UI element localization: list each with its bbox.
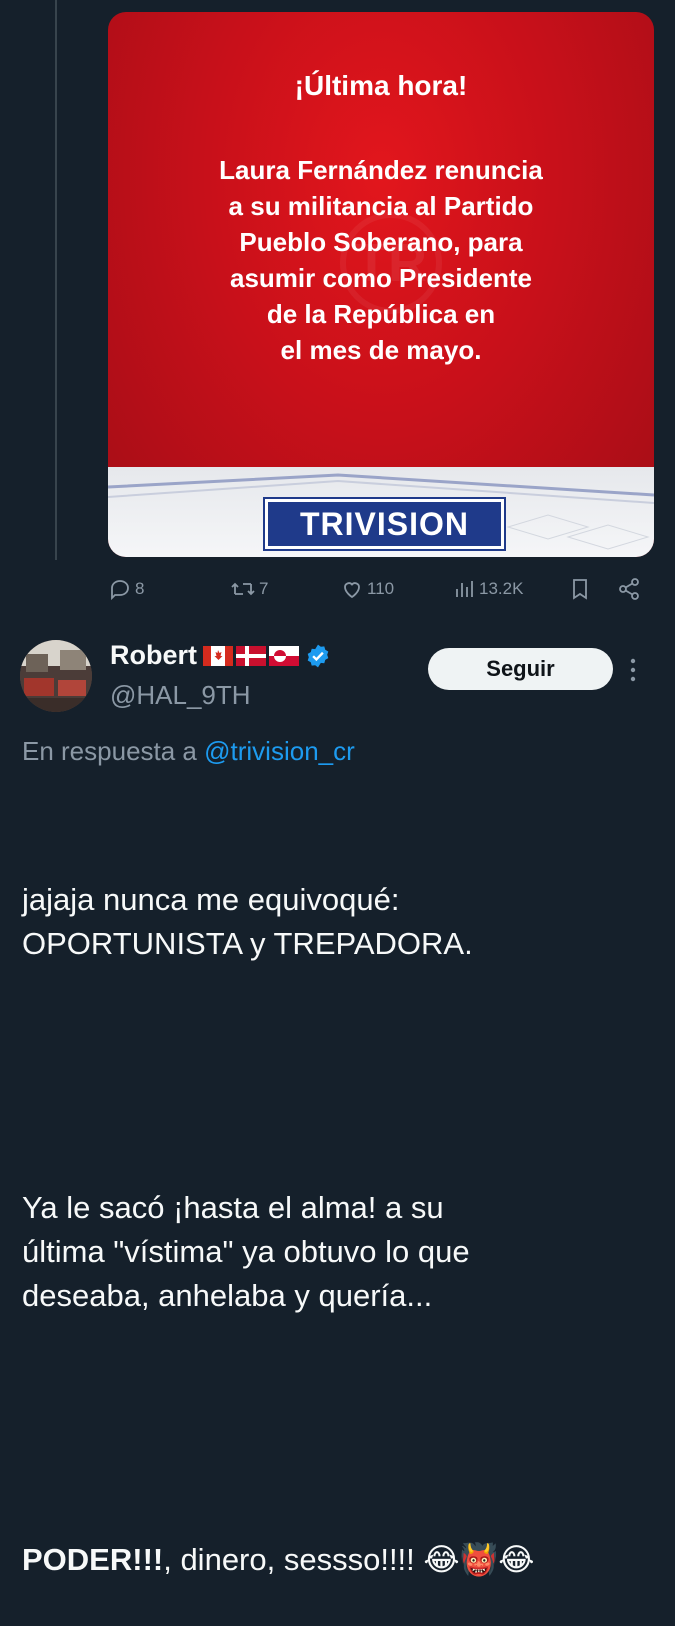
repost-button[interactable]: 7 bbox=[230, 577, 268, 601]
like-button[interactable]: 110 bbox=[340, 577, 394, 601]
greenland-flag-icon bbox=[269, 645, 299, 666]
author-flags bbox=[203, 645, 299, 666]
canada-flag-icon bbox=[203, 645, 233, 666]
author-name-row: Robert bbox=[110, 640, 331, 671]
tweet-paragraph-2: Ya le sacó ¡hasta el alma! a su última "… bbox=[22, 1190, 470, 1313]
avatar[interactable] bbox=[20, 640, 92, 712]
media-body-line: Pueblo Soberano, para bbox=[239, 227, 523, 257]
tweet-paragraph-3-rest: , dinero, sessso!!!! 😂👹😂 bbox=[163, 1542, 535, 1577]
replying-to-link[interactable]: @trivision_cr bbox=[204, 736, 355, 766]
views-icon bbox=[456, 581, 473, 597]
tweet-bold-word: PODER!!! bbox=[22, 1542, 164, 1577]
share-icon bbox=[619, 578, 639, 600]
author-handle[interactable]: @HAL_9TH bbox=[110, 680, 251, 711]
denmark-flag-icon bbox=[236, 645, 266, 666]
avatar-photo bbox=[20, 640, 92, 712]
share-button[interactable] bbox=[617, 577, 641, 601]
author-name[interactable]: Robert bbox=[110, 640, 197, 671]
media-body-line: a su militancia al Partido bbox=[228, 191, 534, 221]
media-body-line: el mes de mayo. bbox=[280, 335, 482, 365]
media-body-line: de la República en bbox=[266, 299, 496, 329]
tweet-action-bar: 8 7 110 13.2K bbox=[0, 575, 675, 605]
tweet-paragraph-1: jajaja nunca me equivoqué: OPORTUNISTA y… bbox=[22, 882, 473, 961]
tweet-media-image[interactable]: TR ¡Última hora! Laura Fernández renunci… bbox=[108, 12, 654, 557]
more-icon bbox=[630, 658, 636, 682]
thread-connector-line bbox=[55, 0, 57, 560]
verified-badge-icon bbox=[307, 644, 329, 667]
media-headline: ¡Última hora! bbox=[294, 70, 468, 101]
media-body-line: asumir como Presidente bbox=[230, 263, 532, 293]
bookmark-button[interactable] bbox=[568, 577, 592, 601]
media-body-text: Laura Fernández renuncia a su militancia… bbox=[148, 152, 614, 368]
reply-icon bbox=[111, 580, 129, 601]
replying-to-line: En respuesta a @trivision_cr bbox=[22, 736, 355, 767]
media-body-line: Laura Fernández renuncia bbox=[219, 155, 543, 185]
replying-to-prefix: En respuesta a bbox=[22, 736, 205, 766]
like-icon bbox=[344, 582, 360, 599]
reply-button[interactable]: 8 bbox=[108, 577, 144, 601]
like-count: 110 bbox=[367, 579, 395, 598]
trivision-logo: TRIVISION bbox=[265, 499, 504, 549]
reply-count: 8 bbox=[135, 579, 145, 598]
follow-button[interactable]: Seguir bbox=[428, 648, 613, 690]
repost-icon bbox=[231, 582, 255, 596]
views-count: 13.2K bbox=[479, 579, 524, 598]
repost-count: 7 bbox=[259, 579, 269, 598]
bookmark-icon bbox=[573, 579, 587, 600]
tweet-text: jajaja nunca me equivoqué: OPORTUNISTA y… bbox=[22, 790, 662, 1626]
more-options-button[interactable] bbox=[625, 656, 641, 689]
tweet-paragraph-3: PODER!!!, dinero, sessso!!!! 😂👹😂 bbox=[22, 1538, 662, 1582]
views-button[interactable]: 13.2K bbox=[452, 577, 523, 601]
